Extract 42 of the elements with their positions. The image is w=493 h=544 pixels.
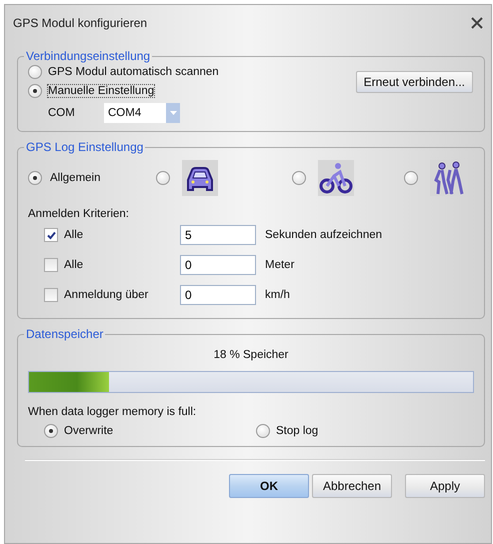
dialog-button[interactable]: Abbrechen [312, 474, 392, 498]
radio-button[interactable] [156, 171, 170, 185]
input-field[interactable]: 5 [180, 225, 256, 245]
checkbox[interactable] [44, 288, 58, 302]
radio-button[interactable] [28, 84, 42, 98]
ok-button[interactable]: OK [229, 474, 309, 498]
checkbox[interactable] [44, 258, 58, 272]
port-label: COM [48, 107, 76, 119]
input-field[interactable]: 0 [180, 255, 256, 275]
radio-label: Overwrite [64, 425, 114, 437]
checkbox-label: Alle [64, 259, 84, 271]
car-icon [182, 160, 218, 196]
port-dropdown[interactable]: COM4 [104, 103, 180, 123]
reconnect-button[interactable]: Erneut verbinden... [356, 71, 473, 93]
radio-label: Stop log [276, 425, 318, 437]
group-title: GPS Log Einstellungg [25, 140, 144, 154]
unit-label: km/h [265, 289, 290, 301]
dropdown-arrow-icon [170, 111, 176, 115]
radio-button[interactable] [256, 424, 270, 438]
checkbox-label: Alle [64, 229, 84, 241]
group-title: Datenspeicher [25, 327, 104, 341]
criteria-label: Anmelden Kriterien: [28, 208, 130, 220]
radio-button[interactable] [44, 424, 58, 438]
radio-button[interactable] [292, 171, 306, 185]
radio-label: GPS Modul automatisch scannen [48, 66, 219, 78]
memory-reading: 18 % Speicher [212, 349, 290, 361]
window-title: GPS Modul konfigurieren [13, 16, 148, 30]
radio-label: Allgemein [50, 172, 100, 184]
checkbox-label: Anmeldung über [64, 289, 150, 301]
unit-label: Sekunden aufzeichnen [265, 229, 382, 241]
input-field[interactable]: 0 [180, 285, 256, 305]
unit-label: Meter [265, 259, 294, 271]
cyclist-icon [318, 160, 354, 196]
dialog-button[interactable]: Apply [405, 474, 485, 498]
close-icon[interactable] [471, 17, 483, 29]
group-title: Verbindungseinstellung [25, 49, 152, 63]
radio-label: Manuelle Einstellung [48, 85, 154, 97]
radio-button[interactable] [28, 171, 42, 185]
memory-full-label: When data logger memory is full: [28, 406, 198, 418]
checkbox[interactable] [44, 228, 58, 242]
radio-button[interactable] [28, 65, 42, 79]
radio-button[interactable] [404, 171, 418, 185]
